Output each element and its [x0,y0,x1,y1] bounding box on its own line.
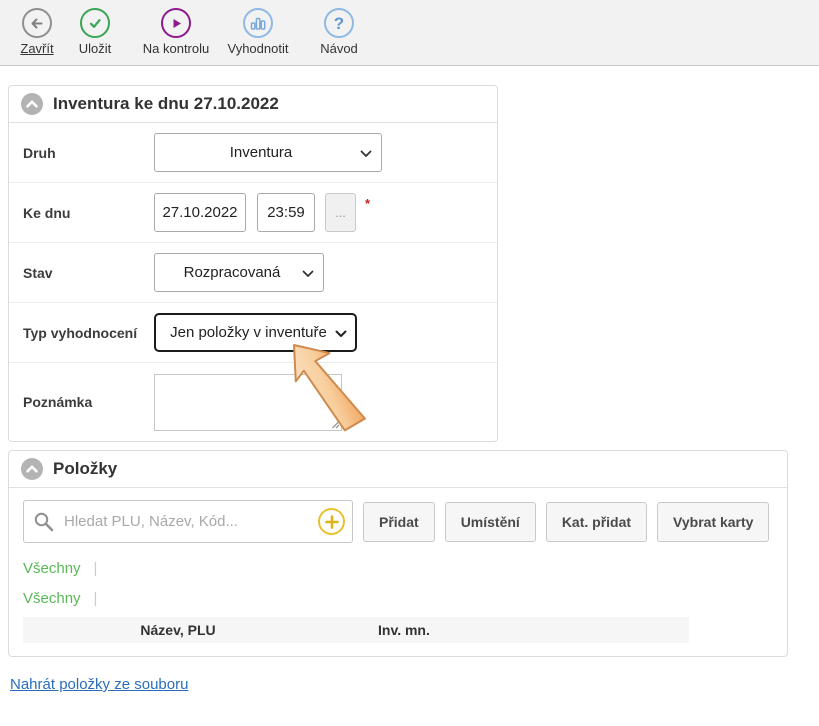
help-label: Návod [320,41,358,56]
collapse-items-button[interactable] [21,458,43,480]
filter-separator: | [94,560,98,577]
druh-label: Druh [23,145,154,161]
close-label: Zavřít [20,41,53,56]
chevron-down-icon [335,330,347,338]
form-row-poznamka: Poznámka [9,363,497,441]
items-toolbar: Přidat Umístění Kat. přidat Vybrat karty [9,488,787,553]
add-icon[interactable] [318,508,345,535]
column-header-name-plu: Název, PLU [23,622,333,638]
date-input[interactable] [154,193,246,232]
form-row-druh: Druh Inventura [9,123,497,183]
date-picker-button[interactable]: ... [325,193,356,232]
bar-chart-icon [243,8,273,38]
evaluate-button[interactable]: Vyhodnotit [218,8,298,56]
category-add-button[interactable]: Kat. přidat [546,502,647,542]
filter-separator: | [94,590,98,607]
ke-dnu-label: Ke dnu [23,205,154,221]
main-toolbar: Zavřít Uložit Na kontrolu Vyhodnotit ? N… [0,0,819,66]
stav-select[interactable]: Rozpracovaná [154,253,324,292]
collapse-panel-button[interactable] [21,93,43,115]
filter-all-link-1[interactable]: Všechny [23,560,81,577]
help-button[interactable]: ? Návod [309,8,369,56]
upload-items-link[interactable]: Nahrát položky ze souboru [10,676,188,693]
evaluate-label: Vyhodnotit [228,41,289,56]
poznamka-textarea[interactable] [154,374,342,431]
select-cards-button[interactable]: Vybrat karty [657,502,769,542]
form-row-typ-vyhodnoceni: Typ vyhodnocení Jen položky v inventuře [9,303,497,363]
required-asterisk: * [365,196,370,211]
form-row-stav: Stav Rozpracovaná [9,243,497,303]
back-arrow-icon [22,8,52,38]
save-button[interactable]: Uložit [70,8,120,56]
chevron-up-icon [22,459,42,479]
question-icon: ? [324,8,354,38]
typ-vyhodnoceni-label: Typ vyhodnocení [23,325,154,341]
typ-vyhodnoceni-value: Jen položky v inventuře [170,324,327,341]
to-check-label: Na kontrolu [143,41,209,56]
add-button[interactable]: Přidat [363,502,435,542]
search-box [23,500,353,543]
save-label: Uložit [79,41,112,56]
to-check-button[interactable]: Na kontrolu [135,8,217,56]
location-button[interactable]: Umístění [445,502,536,542]
stav-label: Stav [23,265,154,281]
items-panel-title: Položky [53,459,117,479]
inventory-panel-header: Inventura ke dnu 27.10.2022 [9,86,497,123]
stav-value: Rozpracovaná [184,264,281,281]
druh-select[interactable]: Inventura [154,133,382,172]
filter-row-2: Všechny | [9,583,787,613]
resize-handle-icon[interactable] [330,419,340,429]
search-input[interactable] [23,500,353,543]
column-header-inv-qty: Inv. mn. [333,622,430,638]
chevron-down-icon [302,270,314,278]
chevron-up-icon [22,94,42,114]
typ-vyhodnoceni-select[interactable]: Jen položky v inventuře [154,313,357,352]
chevron-down-icon [360,150,372,158]
poznamka-label: Poznámka [23,394,154,410]
filter-row-1: Všechny | [9,553,787,583]
check-icon [80,8,110,38]
time-input[interactable] [257,193,315,232]
items-panel-header: Položky [9,451,787,488]
form-row-ke-dnu: Ke dnu ... * [9,183,497,243]
inventory-panel: Inventura ke dnu 27.10.2022 Druh Inventu… [8,85,498,442]
page-title: Inventura ke dnu 27.10.2022 [53,94,279,114]
items-table-header: Název, PLU Inv. mn. [23,617,689,643]
druh-value: Inventura [230,144,293,161]
filter-all-link-2[interactable]: Všechny [23,590,81,607]
play-icon [161,8,191,38]
close-button[interactable]: Zavřít [14,8,60,56]
items-panel: Položky Přidat Umístění Kat. přidat Vybr… [8,450,788,657]
